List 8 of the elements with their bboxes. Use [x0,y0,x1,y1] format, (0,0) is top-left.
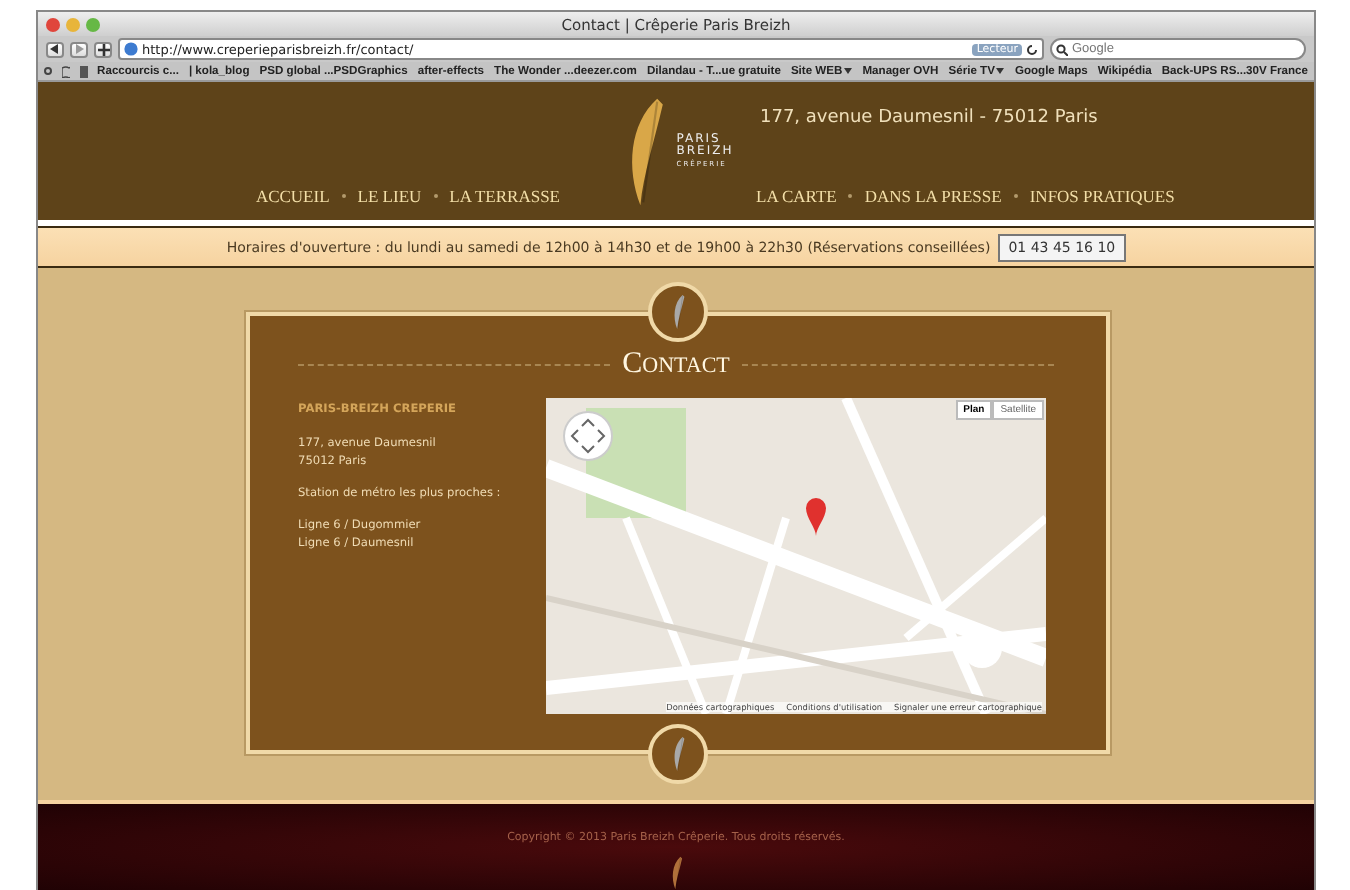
nav-link[interactable]: DANS LA PRESSE [864,186,1002,206]
nav-link[interactable]: LA CARTE [756,186,837,206]
nav-link[interactable]: ACCUEIL [255,186,330,206]
contact-title: Contact [622,348,730,382]
nav-link[interactable]: LE LIEU [357,186,422,206]
header-address: 177, avenue Daumesnil - 75012 Paris [758,108,1100,128]
nav-link[interactable]: LA TERRASSE [449,186,560,206]
nav-link[interactable]: INFOS PRATIQUES [1029,186,1175,206]
